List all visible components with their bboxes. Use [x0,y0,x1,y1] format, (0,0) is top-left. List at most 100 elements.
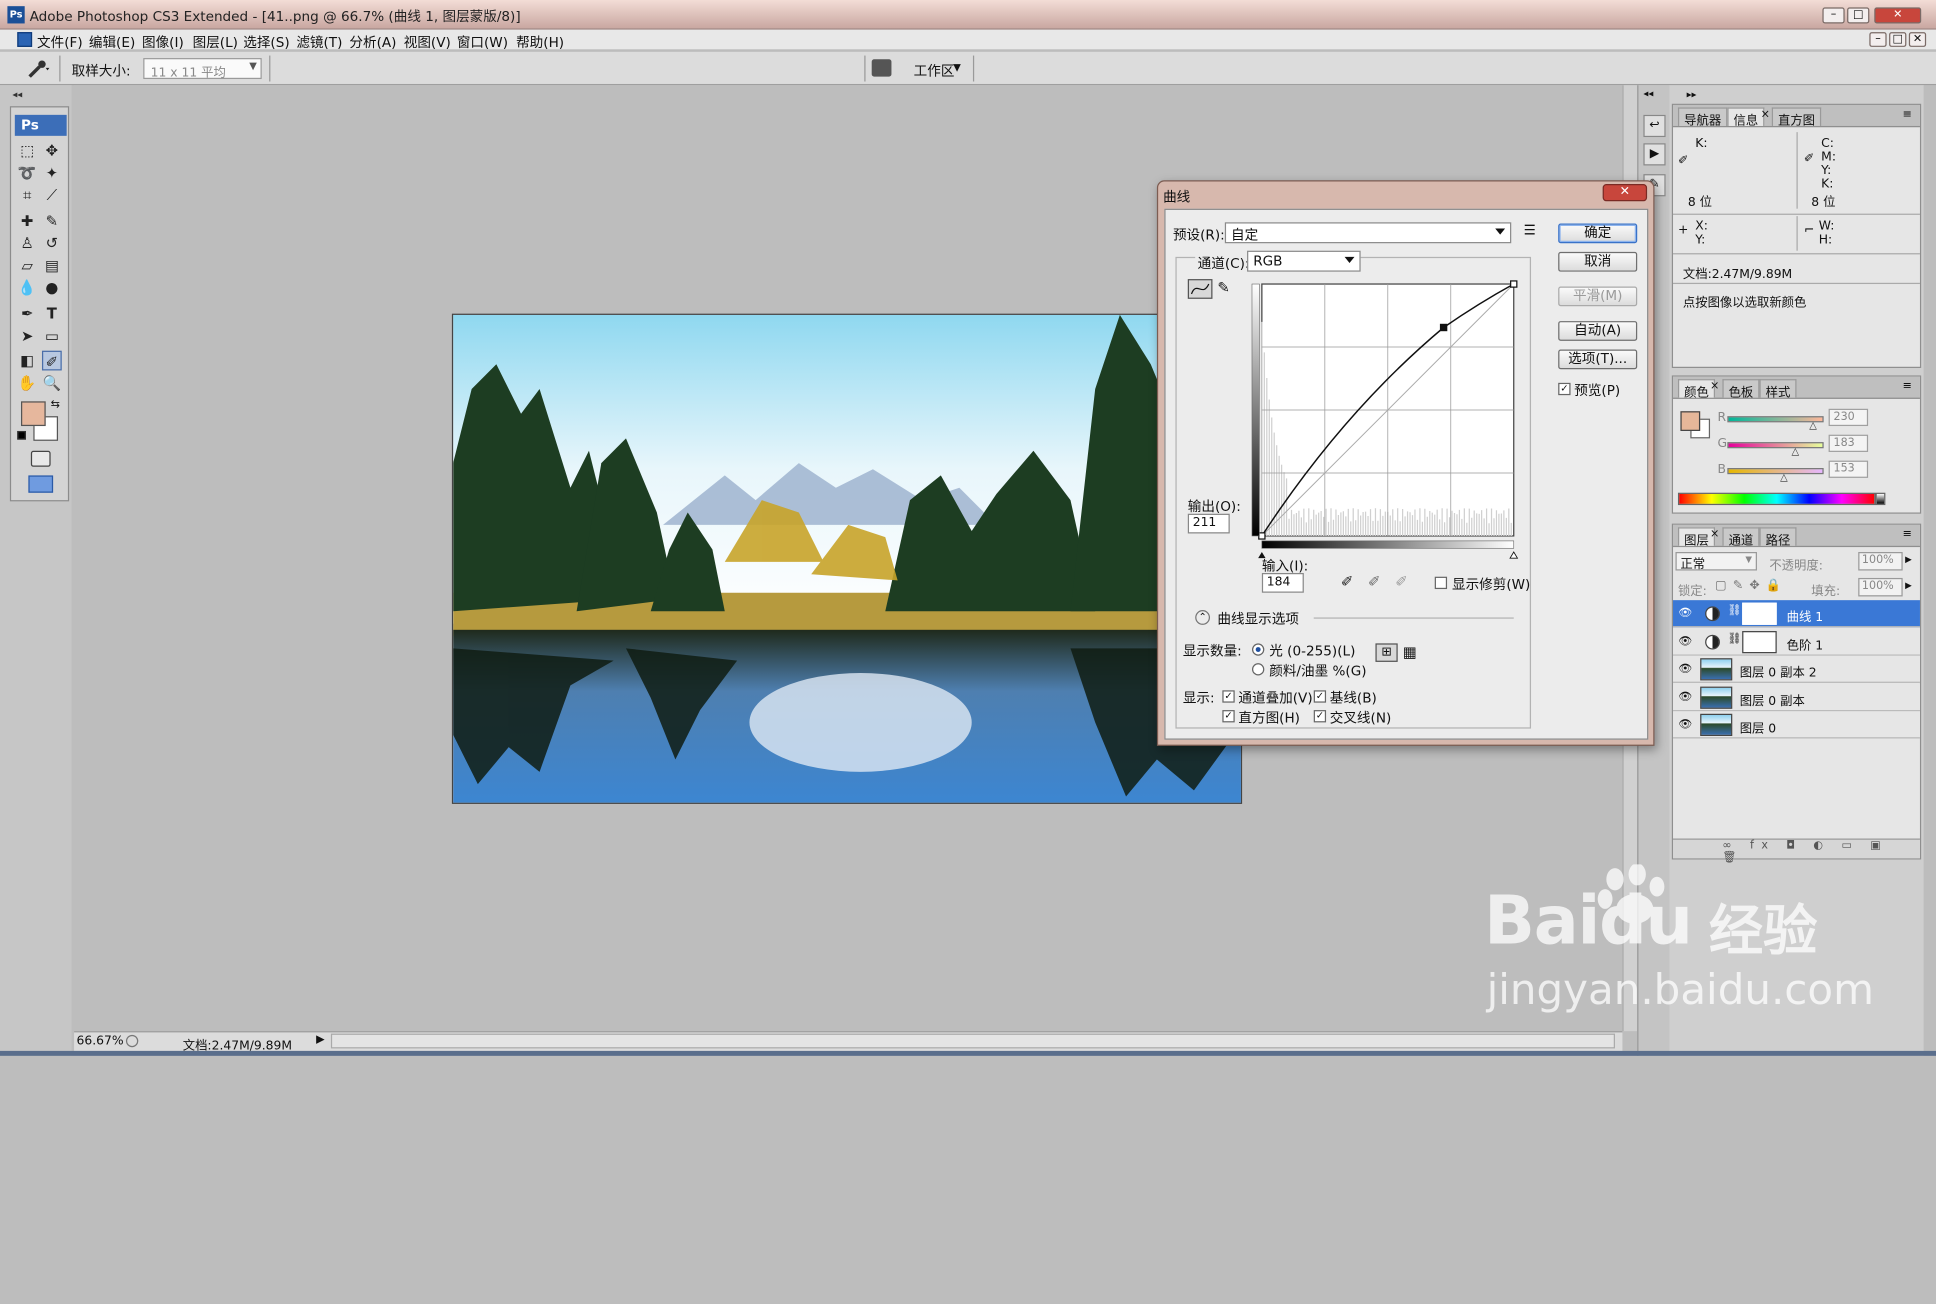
tab-paths[interactable]: 路径 [1759,527,1797,548]
lasso-tool-icon[interactable]: ➰ [17,163,37,183]
layer-name[interactable]: 图层 0 副本 [1740,690,1805,709]
panel-menu-icon[interactable]: ≡ [1903,380,1912,392]
status-icon[interactable] [125,1034,139,1048]
menu-help[interactable]: 帮助(H) [516,32,564,52]
channel-overlay-checkbox[interactable]: ✓ [1222,690,1235,703]
slice-tool-icon[interactable]: ⟋ [42,185,62,205]
status-menu-arrow-icon[interactable]: ▶ [316,1034,325,1046]
color-spectrum-ramp[interactable] [1677,492,1876,506]
r-value[interactable]: 230 [1828,408,1869,427]
tab-navigator[interactable]: 导航器 [1677,107,1728,128]
type-tool-icon[interactable]: T [42,304,62,324]
quick-mask-icon[interactable] [30,450,51,467]
blur-tool-icon[interactable]: 💧 [17,278,37,298]
close-tab-icon[interactable]: × [1761,109,1770,121]
collapse-toolbox-icon[interactable]: ◂◂ [12,89,22,100]
layers-footer-icons[interactable]: ∞ fx ◘ ◐ ▭ ▣ 🗑 [1673,838,1920,864]
palette-well-icon[interactable] [871,59,892,77]
layer-row[interactable]: 👁 ⛓ 曲线 1 [1673,600,1920,628]
menu-analysis[interactable]: 分析(A) [349,32,396,52]
menu-window[interactable]: 窗口(W) [457,32,508,52]
horizontal-scrollbar[interactable] [330,1033,1615,1049]
maximize-button[interactable]: □ [1847,7,1870,24]
move-tool-icon[interactable]: ✥ [42,141,62,161]
notes-tool-icon[interactable]: ◧ [17,351,37,371]
dialog-close-button[interactable]: ✕ [1602,184,1648,202]
layer-row[interactable]: 👁 图层 0 [1673,711,1920,739]
close-button[interactable]: ✕ [1874,7,1922,24]
visibility-eye-icon[interactable]: 👁 [1678,606,1693,621]
layer-name[interactable]: 图层 0 [1740,718,1776,737]
panel-menu-icon[interactable]: ≡ [1903,529,1912,541]
b-value[interactable]: 153 [1828,460,1869,478]
visibility-eye-icon[interactable]: 👁 [1678,634,1693,649]
opacity-field[interactable]: 100% [1858,552,1903,571]
pencil-draw-tool-icon[interactable]: ✎ [1217,279,1229,296]
preset-options-icon[interactable]: ☰ [1524,222,1536,238]
layer-mask-thumbnail[interactable] [1742,630,1777,653]
layer-name[interactable]: 曲线 1 [1787,606,1823,625]
tab-channels[interactable]: 通道 [1722,527,1760,548]
smooth-button[interactable]: 平滑(M) [1558,286,1638,307]
healing-brush-tool-icon[interactable]: ✚ [17,211,37,231]
zoom-tool-icon[interactable]: 🔍 [42,373,62,393]
layer-name[interactable]: 色阶 1 [1787,634,1823,653]
g-value[interactable]: 183 [1828,434,1869,452]
fill-arrow-icon[interactable]: ▶ [1905,580,1912,590]
tab-histogram[interactable]: 直方图 [1771,107,1822,128]
sample-size-select[interactable]: 11 x 11 平均 ▼ [143,58,262,80]
black-white-ramp[interactable] [1875,492,1886,506]
layer-thumbnail[interactable] [1700,658,1733,681]
histogram-checkbox[interactable]: ✓ [1222,710,1235,723]
curve-graph[interactable] [1250,279,1522,561]
history-brush-tool-icon[interactable]: ↺ [42,233,62,253]
g-slider-thumb-icon[interactable]: △ [1792,446,1800,457]
light-radio[interactable] [1251,643,1265,656]
tab-styles[interactable]: 样式 [1759,379,1797,400]
b-slider-thumb-icon[interactable]: △ [1780,472,1788,483]
detailed-grid-icon[interactable]: ▦ [1403,643,1417,660]
menu-layer[interactable]: 图层(L) [193,32,238,52]
blend-mode-select[interactable]: 正常 ▼ [1675,552,1757,572]
gradient-tool-icon[interactable]: ▤ [42,256,62,276]
menu-select[interactable]: 选择(S) [243,32,289,52]
collapse-dock-icon[interactable]: ◂◂ [1643,88,1653,99]
tab-info[interactable]: 信息 [1727,107,1765,128]
ok-button[interactable]: 确定 [1558,223,1638,244]
menu-filter[interactable]: 滤镜(T) [296,32,342,52]
doc-minimize-button[interactable]: – [1869,32,1887,47]
eraser-tool-icon[interactable]: ▱ [17,256,37,276]
auto-button[interactable]: 自动(A) [1558,321,1638,341]
show-clipping-checkbox[interactable] [1434,576,1448,590]
marquee-tool-icon[interactable]: ⬚ [17,141,37,161]
curve-points-tool-icon[interactable] [1187,279,1213,299]
hand-tool-icon[interactable]: ✋ [17,373,37,393]
path-selection-tool-icon[interactable]: ➤ [17,326,37,346]
g-slider[interactable] [1727,442,1824,449]
foreground-swatch[interactable] [1680,411,1701,431]
close-tab-icon[interactable]: × [1710,380,1719,392]
magic-wand-tool-icon[interactable]: ✦ [42,163,62,183]
shape-tool-icon[interactable]: ▭ [42,326,62,346]
screen-mode-icon[interactable] [28,475,54,493]
eyedropper-tool-icon[interactable]: ✐ [41,350,62,371]
layer-row[interactable]: 👁 图层 0 副本 2 [1673,655,1920,684]
visibility-eye-icon[interactable]: 👁 [1678,718,1693,733]
tab-swatches[interactable]: 色板 [1722,379,1760,400]
foreground-color-swatch[interactable] [20,401,46,427]
default-colors-icon[interactable] [17,430,26,440]
clone-stamp-tool-icon[interactable]: ♙ [17,233,37,253]
r-slider-thumb-icon[interactable]: △ [1809,420,1817,431]
black-point-eyedropper-icon[interactable]: ✐ [1341,573,1353,590]
close-tab-icon[interactable]: × [1710,529,1719,541]
expand-options-icon[interactable]: ⌃ [1195,610,1211,625]
opacity-arrow-icon[interactable]: ▶ [1905,554,1912,564]
gray-point-eyedropper-icon[interactable]: ✐ [1368,573,1380,590]
panel-menu-icon[interactable]: ≡ [1903,109,1912,121]
layer-name[interactable]: 图层 0 副本 2 [1740,662,1817,681]
history-panel-icon[interactable]: ↩ [1643,114,1666,138]
menu-image[interactable]: 图像(I) [142,32,184,52]
simple-grid-icon[interactable]: ⊞ [1375,643,1398,662]
input-field[interactable]: 184 [1261,572,1304,593]
preset-select[interactable]: 自定 [1224,222,1512,244]
